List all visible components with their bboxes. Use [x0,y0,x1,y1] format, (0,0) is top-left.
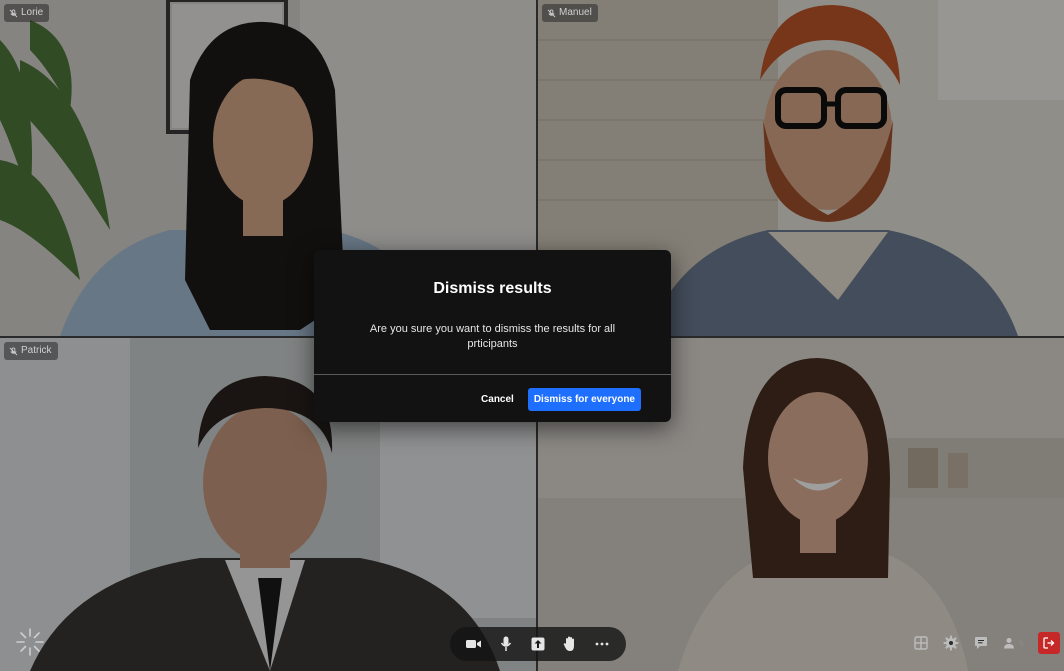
dialog-divider [314,374,671,375]
leave-call-button[interactable] [1038,632,1060,654]
video-call-screen: Lorie Manuel Patrick Dismiss results Are… [0,0,1064,671]
dismiss-results-dialog: Dismiss results Are you sure you want to… [314,250,671,422]
chat-icon[interactable] [973,635,989,651]
mic-off-icon [9,346,18,355]
participant-name: Manuel [559,7,592,18]
participants-icon [1003,638,1014,649]
participant-name-tag: Manuel [542,4,598,22]
participant-name-tag: Patrick [4,342,58,360]
right-toolbar: 6 [913,631,1060,655]
microphone-icon[interactable] [498,636,514,652]
share-screen-icon[interactable] [530,636,546,652]
camera-icon[interactable] [466,636,482,652]
raise-hand-icon[interactable] [562,636,578,652]
dialog-message: Are you sure you want to dismiss the res… [369,323,616,350]
participant-name: Lorie [21,7,44,18]
mic-off-icon [9,8,18,17]
dialog-actions: Cancel Dismiss for everyone [479,388,641,411]
grid-view-icon[interactable] [913,635,929,651]
dismiss-for-everyone-button[interactable]: Dismiss for everyone [527,388,641,411]
participant-count: 6 [1018,638,1024,648]
participant-name: Patrick [21,345,52,356]
participant-name-tag: Lorie [4,4,50,22]
call-controls [450,627,626,661]
mic-off-icon [547,8,556,17]
participants-button[interactable]: 6 [1003,637,1024,649]
more-icon[interactable] [594,636,610,652]
app-logo-icon [14,626,46,658]
settings-icon[interactable] [943,635,959,651]
dialog-title: Dismiss results [433,280,552,297]
leave-icon [1043,637,1055,649]
cancel-button[interactable]: Cancel [479,390,516,409]
